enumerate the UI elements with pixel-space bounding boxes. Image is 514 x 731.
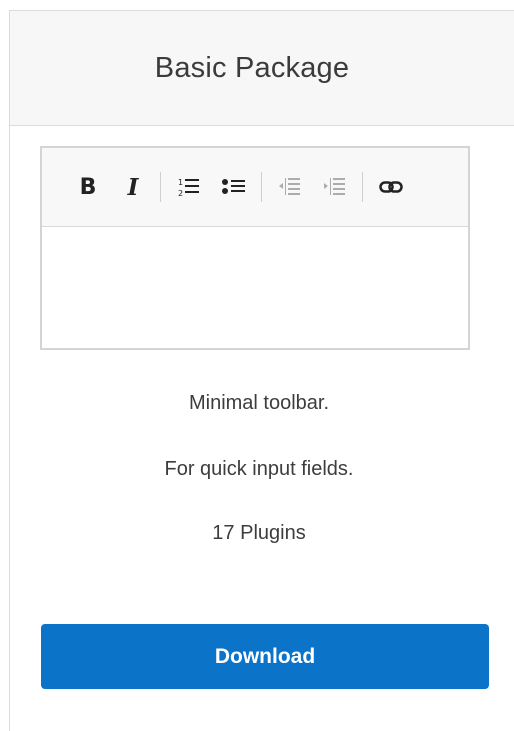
description-line-2: For quick input fields.: [164, 458, 354, 480]
download-button[interactable]: Download: [41, 624, 489, 689]
toolbar-separator: [362, 172, 363, 202]
editor-content-area[interactable]: [42, 227, 468, 348]
description-line-1: Minimal toolbar.: [188, 392, 330, 414]
editor-preview: B I 1 2: [40, 146, 470, 350]
decrease-indent-button[interactable]: [272, 169, 308, 205]
svg-text:2: 2: [178, 189, 183, 198]
toolbar-separator: [160, 172, 161, 202]
package-card: Basic Package: [9, 10, 514, 731]
bold-button[interactable]: B: [70, 169, 106, 205]
card-header: Basic Package: [10, 11, 514, 126]
card-title: Basic Package: [154, 51, 350, 84]
outdent-icon: [279, 178, 300, 195]
increase-indent-button[interactable]: [317, 169, 353, 205]
italic-button[interactable]: I: [115, 169, 151, 205]
toolbar-separator: [261, 172, 262, 202]
indent-icon: [324, 178, 345, 195]
editor-toolbar: B I 1 2: [42, 148, 468, 227]
numbered-list-icon: 1 2: [178, 178, 199, 198]
bulleted-list-button[interactable]: [216, 169, 252, 205]
link-button[interactable]: [373, 169, 409, 205]
plugin-count: 17 Plugins: [212, 522, 306, 544]
bulleted-list-icon: [222, 179, 245, 194]
numbered-list-button[interactable]: 1 2: [171, 169, 207, 205]
link-icon: [379, 181, 403, 193]
svg-text:1: 1: [178, 178, 183, 187]
